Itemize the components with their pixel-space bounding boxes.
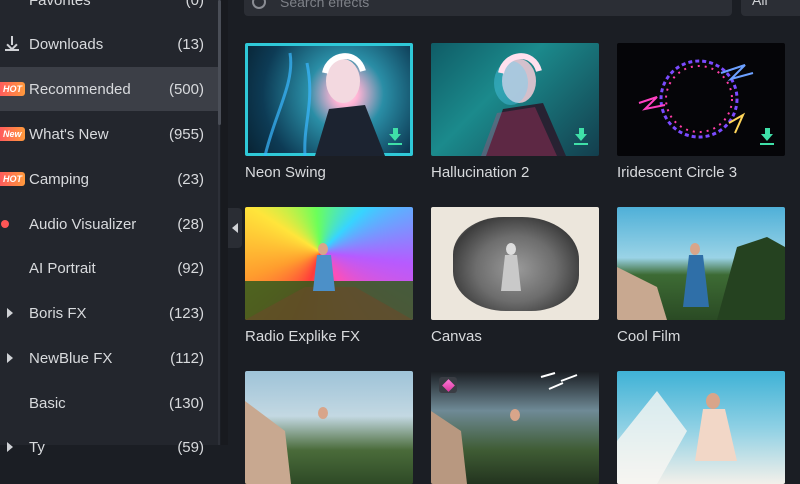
sidebar-item-label: Basic <box>29 394 66 412</box>
sidebar-item-whats-new[interactable]: New What's New (955) <box>0 112 218 156</box>
effect-thumbnail[interactable] <box>431 207 599 320</box>
search-icon <box>252 0 266 9</box>
download-icon[interactable] <box>388 128 402 146</box>
expand-arrow-icon[interactable] <box>7 308 13 318</box>
chevron-left-icon <box>232 223 238 233</box>
sidebar-item-count: (123) <box>168 304 204 322</box>
sidebar-item-ai-portrait[interactable]: AI Portrait (92) <box>0 246 218 290</box>
sidebar-item-count: (955) <box>168 125 204 143</box>
sidebar-item-count: (130) <box>168 394 204 412</box>
effect-thumbnail[interactable] <box>245 43 413 156</box>
effect-thumbnail[interactable] <box>245 207 413 320</box>
fashion-scene-art <box>617 391 737 484</box>
sidebar-item-label: What's New <box>29 125 109 143</box>
category-sidebar: Favorites (0) Downloads (13) HOT Recomme… <box>0 0 219 456</box>
expand-arrow-icon[interactable] <box>7 442 13 452</box>
sidebar-item-label: Favorites <box>29 0 91 9</box>
filter-dropdown[interactable]: All <box>741 0 800 16</box>
sidebar-item-boris-fx[interactable]: Boris FX (123) <box>0 291 218 335</box>
search-input[interactable] <box>278 0 702 18</box>
sidebar-item-newblue-fx[interactable]: NewBlue FX (112) <box>0 336 218 380</box>
sidebar-item-label: Downloads <box>29 35 104 53</box>
vineyard-scene-art <box>245 401 328 484</box>
sidebar-item-count: (0) <box>185 0 204 9</box>
hot-badge: HOT <box>0 82 25 96</box>
sidebar-item-label: AI Portrait <box>29 259 96 277</box>
effect-name: Cool Film <box>617 328 681 345</box>
sidebar-item-label: Camping <box>29 170 90 188</box>
premium-gem-icon <box>439 377 457 393</box>
collapse-sidebar-button[interactable] <box>228 208 242 248</box>
download-icon <box>5 36 19 52</box>
effect-name: Hallucination 2 <box>431 164 530 181</box>
effect-thumbnail[interactable] <box>617 371 785 484</box>
sidebar-item-count: (500) <box>168 80 204 98</box>
effect-name: Radio Explike FX <box>245 328 361 345</box>
sidebar-item-label: Recommended <box>29 80 131 98</box>
effect-name: Canvas <box>431 328 482 345</box>
download-icon[interactable] <box>760 128 774 146</box>
sidebar-item-count: (112) <box>170 349 204 367</box>
sidebar-item-count: (28) <box>177 215 204 233</box>
sidebar-item-count: (23) <box>177 170 204 188</box>
sidebar-item-label: Ty <box>29 438 45 456</box>
vineyard-scene-art <box>617 237 785 320</box>
download-icon[interactable] <box>574 128 588 146</box>
sidebar-item-count: (92) <box>177 259 204 277</box>
sidebar-item-basic[interactable]: Basic (130) <box>0 381 218 425</box>
sidebar-item-label: Audio Visualizer <box>29 215 137 233</box>
sidebar-item-downloads[interactable]: Downloads (13) <box>0 22 218 66</box>
effect-thumbnail[interactable] <box>431 371 599 484</box>
search-bar[interactable] <box>244 0 732 18</box>
sketch-figure-art <box>501 243 521 291</box>
sidebar-item-count: (59) <box>177 438 204 456</box>
sidebar-item-audio-visualizer[interactable]: Audio Visualizer (28) <box>0 202 218 246</box>
panel-divider[interactable] <box>221 0 228 445</box>
sidebar-item-ty[interactable]: Ty (59) <box>0 425 218 469</box>
effect-thumbnail[interactable] <box>617 207 785 320</box>
sidebar-item-count: (13) <box>177 35 204 53</box>
filter-selected-value: All <box>752 0 768 8</box>
sidebar-item-label: Boris FX <box>29 304 87 322</box>
new-indicator-dot <box>1 220 9 228</box>
sidebar-item-camping[interactable]: HOT Camping (23) <box>0 157 218 201</box>
effect-thumbnail[interactable] <box>245 371 413 484</box>
sidebar-item-recommended[interactable]: HOT Recommended (500) <box>0 67 218 111</box>
sidebar-item-label: NewBlue FX <box>29 349 113 367</box>
effect-thumbnail[interactable] <box>431 43 599 156</box>
new-badge: New <box>0 127 25 141</box>
effect-thumbnail[interactable] <box>617 43 785 156</box>
sidebar-item-favorites[interactable]: Favorites (0) <box>0 0 218 22</box>
effect-name: Neon Swing <box>245 164 326 181</box>
hot-badge: HOT <box>0 172 25 186</box>
expand-arrow-icon[interactable] <box>7 353 13 363</box>
vineyard-scene-art <box>245 243 413 320</box>
effect-name: Iridescent Circle 3 <box>617 164 738 181</box>
